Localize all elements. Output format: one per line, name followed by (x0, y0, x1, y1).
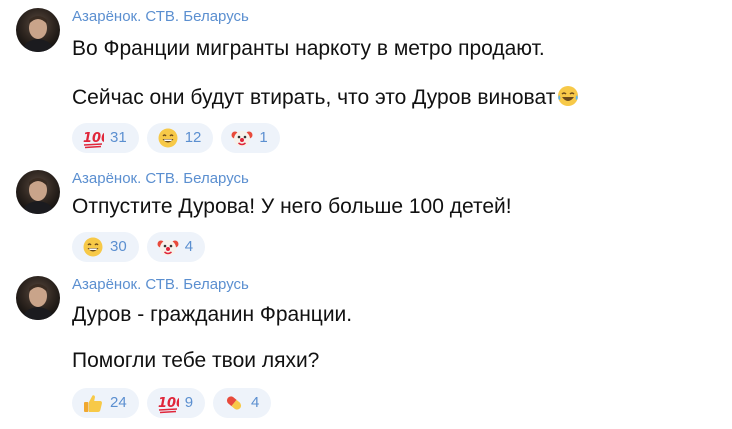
reaction-chip[interactable]: 24 (72, 388, 139, 418)
avatar[interactable] (16, 170, 60, 214)
avatar[interactable] (16, 8, 60, 52)
reaction-count: 24 (110, 394, 127, 411)
reaction-count: 4 (184, 238, 194, 255)
message-feed: Азарёнок. СТВ. Беларусь Во Франции мигра… (0, 0, 732, 429)
grinning-face-icon (157, 127, 179, 149)
reaction-count: 12 (184, 129, 202, 146)
hundred-points-icon: 100 (82, 127, 104, 149)
clown-face-icon (231, 127, 253, 149)
pill-icon (223, 392, 245, 414)
author-name[interactable]: Азарёнок. СТВ. Беларусь (72, 170, 722, 188)
reactions-bar: 100 31 12 1 (72, 123, 722, 153)
reaction-chip[interactable]: 4 (146, 232, 206, 262)
message-text-line: Дуров - гражданин Франции. (72, 303, 353, 326)
reaction-chip[interactable]: 1 (221, 123, 280, 153)
reaction-chip[interactable]: 12 (146, 123, 214, 153)
reaction-chip[interactable]: 100 9 (146, 388, 206, 418)
author-name[interactable]: Азарёнок. СТВ. Беларусь (72, 8, 722, 26)
message-text-line: Во Франции мигранты наркоту в метро прод… (72, 37, 545, 60)
reaction-count: 30 (110, 238, 127, 255)
reaction-count: 31 (110, 129, 127, 146)
thumbs-up-icon (82, 392, 104, 414)
author-name[interactable]: Азарёнок. СТВ. Беларусь (72, 276, 722, 294)
reaction-count: 1 (259, 129, 268, 146)
reactions-bar: 24 100 9 4 (72, 388, 722, 418)
avatar[interactable] (16, 276, 60, 320)
reaction-count: 9 (184, 394, 194, 411)
reaction-count: 4 (251, 394, 260, 411)
grinning-face-icon (82, 236, 104, 258)
reactions-bar: 30 4 (72, 232, 722, 262)
message-text-line: Отпустите Дурова! У него больше 100 дете… (72, 195, 512, 218)
message-text-line: Сейчас они будут втирать, что это Дуров … (72, 84, 722, 111)
message-text-line: Помогли тебе твои ляхи? (72, 349, 320, 372)
reaction-chip[interactable]: 100 31 (72, 123, 139, 153)
reaction-chip[interactable]: 4 (213, 388, 272, 418)
hundred-points-icon: 100 (157, 392, 179, 414)
reaction-chip[interactable]: 30 (72, 232, 139, 262)
clown-face-icon (157, 236, 179, 258)
tears-of-joy-icon (556, 84, 580, 108)
